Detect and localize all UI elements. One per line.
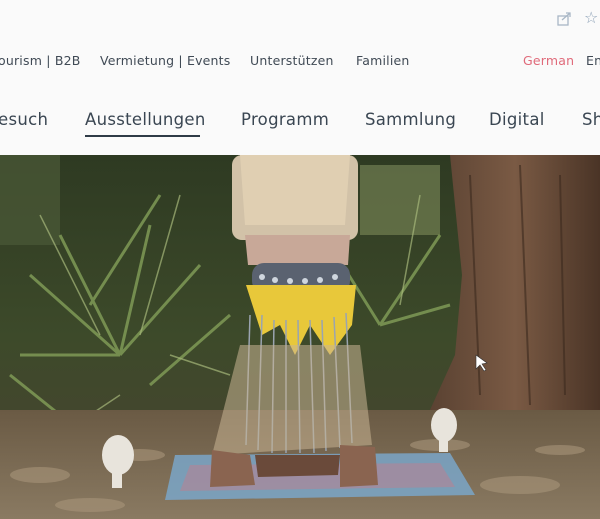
main-nav-item-shop[interactable]: Sh <box>582 110 600 129</box>
main-nav-item-digital[interactable]: Digital <box>489 110 545 129</box>
main-nav-item-exhibitions[interactable]: Ausstellungen <box>85 110 206 129</box>
star-icon[interactable]: ☆ <box>584 8 598 28</box>
utility-nav-item-support[interactable]: Unterstützen <box>250 53 334 68</box>
language-english[interactable]: En <box>586 53 600 68</box>
utility-nav-item-families[interactable]: Familien <box>356 53 410 68</box>
hero-image[interactable] <box>0 155 600 519</box>
browser-toolbar: ☆ <box>0 0 600 40</box>
main-nav: esuch Ausstellungen Programm Sammlung Di… <box>0 104 600 144</box>
utility-nav: ourism | B2B Vermietung | Events Unterst… <box>0 50 600 72</box>
language-german[interactable]: German <box>523 53 574 68</box>
utility-nav-item-tourism[interactable]: ourism | B2B <box>0 53 81 68</box>
main-nav-item-collection[interactable]: Sammlung <box>365 110 456 129</box>
active-tab-underline <box>85 135 200 137</box>
hero-illustration <box>0 155 600 519</box>
utility-nav-item-rentals[interactable]: Vermietung | Events <box>100 53 231 68</box>
main-nav-item-visit[interactable]: esuch <box>0 110 48 129</box>
main-nav-item-program[interactable]: Programm <box>241 110 329 129</box>
share-icon[interactable] <box>556 11 572 27</box>
